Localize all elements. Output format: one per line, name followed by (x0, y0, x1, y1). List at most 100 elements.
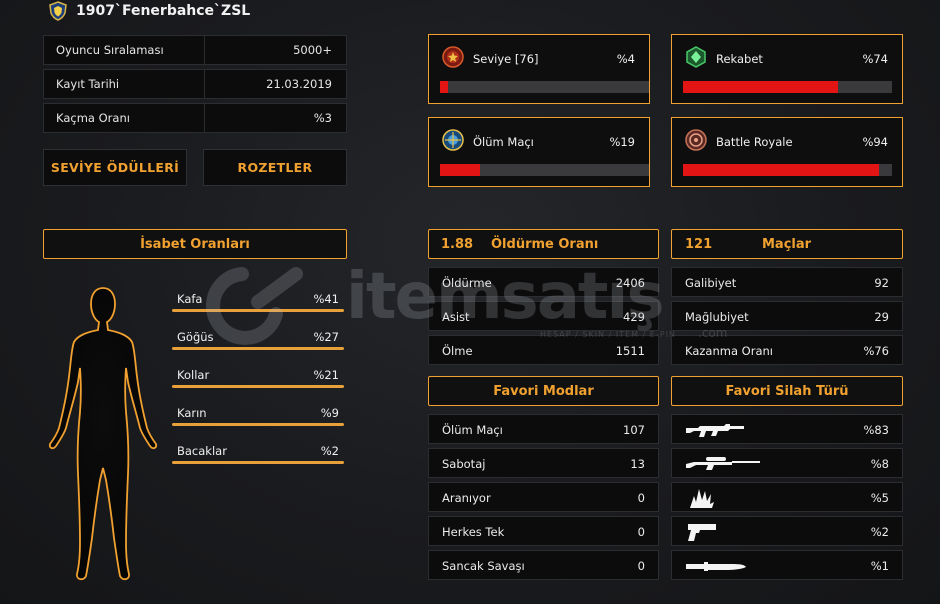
accuracy-underline (172, 309, 344, 312)
stat-value: 0 (637, 525, 645, 539)
stat-value: %76 (863, 344, 889, 358)
accuracy-label: Göğüs (177, 330, 214, 344)
mode-card-deathmatch: Ölüm Maçı %19 (428, 117, 650, 187)
fav-weapons-header: Favori Silah Türü (671, 376, 903, 406)
fav-mode-row: Sancak Savaşı 0 (428, 550, 659, 580)
stat-value: %1 (870, 559, 889, 573)
stat-label: Mağlubiyet (685, 310, 749, 324)
fav-weapons-title: Favori Silah Türü (725, 383, 849, 399)
deathmatch-emblem-icon (442, 129, 464, 151)
stat-value: 29 (874, 310, 889, 324)
deaths-row: Ölme 1511 (428, 335, 659, 365)
fav-modes-title: Favori Modlar (493, 383, 594, 399)
kill-ratio-value: 1.88 (441, 236, 474, 252)
fav-mode-row: Ölüm Maçı 107 (428, 414, 659, 444)
stat-value: %83 (863, 423, 889, 437)
matches-title: Maçlar (762, 236, 812, 252)
accuracy-value: %9 (320, 406, 339, 420)
rank-medal-icon (442, 46, 464, 68)
profile-label: Kayıt Tarihi (44, 70, 205, 98)
fav-weapon-row: %83 (671, 414, 903, 444)
level-rewards-button[interactable]: SEVİYE ÖDÜLLERİ (43, 149, 187, 186)
profile-row-rank: Oyuncu Sıralaması 5000+ (43, 35, 347, 65)
kill-ratio-header: 1.88 Öldürme Oranı (428, 229, 659, 259)
accuracy-row-legs: Bacaklar %2 (172, 442, 344, 464)
profile-value: 5000+ (293, 43, 332, 57)
accuracy-title: İsabet Oranları (140, 236, 250, 252)
mode-percent: %19 (609, 135, 635, 149)
fav-mode-row: Aranıyor 0 (428, 482, 659, 512)
profile-value: 21.03.2019 (266, 77, 332, 91)
battle-royale-emblem-icon (685, 129, 707, 151)
mode-card-level: Seviye [76] %4 (428, 34, 650, 104)
stat-value: 1511 (615, 344, 645, 358)
badges-button[interactable]: ROZETLER (203, 149, 347, 186)
win-rate-row: Kazanma Oranı %76 (671, 335, 903, 365)
mode-progress-track (440, 164, 649, 176)
player-header: 1907`Fenerbahce`ZSL (48, 0, 250, 22)
assists-row: Asist 429 (428, 301, 659, 331)
accuracy-row-chest: Göğüs %27 (172, 328, 344, 350)
stat-label: Galibiyet (685, 276, 737, 290)
fav-mode-row: Sabotaj 13 (428, 448, 659, 478)
mode-progress-track (440, 81, 649, 93)
fav-weapon-row: %8 (671, 448, 903, 478)
accuracy-row-stomach: Karın %9 (172, 404, 344, 426)
stat-value: %5 (870, 491, 889, 505)
stat-value: 0 (637, 559, 645, 573)
fav-weapon-row: %5 (671, 482, 903, 512)
stat-value: 92 (874, 276, 889, 290)
mode-percent: %94 (862, 135, 888, 149)
kill-ratio-title: Öldürme Oranı (491, 236, 599, 252)
accuracy-underline (172, 385, 344, 388)
profile-label: Kaçma Oranı (44, 104, 205, 132)
matches-count: 121 (685, 236, 713, 252)
kills-row: Öldürme 2406 (428, 267, 659, 297)
mode-title: Battle Royale (716, 135, 793, 149)
mode-title: Rekabet (716, 52, 763, 66)
stat-label: Sabotaj (442, 457, 486, 471)
mode-card-competitive: Rekabet %74 (671, 34, 903, 104)
mode-progress-fill (683, 164, 880, 176)
accuracy-underline (172, 347, 344, 350)
stat-label: Öldürme (442, 276, 492, 290)
accuracy-label: Kafa (177, 292, 203, 306)
stat-value: 0 (637, 491, 645, 505)
accuracy-underline (172, 423, 344, 426)
profile-row-register-date: Kayıt Tarihi 21.03.2019 (43, 69, 347, 99)
mode-title: Seviye [76] (473, 52, 539, 66)
stat-value: 2406 (615, 276, 645, 290)
accuracy-value: %27 (313, 330, 339, 344)
assault-rifle-icon (686, 424, 744, 437)
accuracy-header: İsabet Oranları (43, 229, 347, 259)
accuracy-label: Kollar (177, 368, 210, 382)
pistol-icon (688, 524, 716, 541)
stat-label: Herkes Tek (442, 525, 505, 539)
accuracy-row-arms: Kollar %21 (172, 366, 344, 388)
shotgun-blast-icon (690, 489, 714, 508)
mode-title: Ölüm Maçı (473, 135, 534, 149)
knife-icon (686, 562, 746, 571)
stat-value: 107 (623, 423, 645, 437)
stat-label: Ölme (442, 344, 473, 358)
stat-label: Asist (442, 310, 470, 324)
fav-mode-row: Herkes Tek 0 (428, 516, 659, 546)
accuracy-label: Karın (177, 406, 207, 420)
fav-weapon-row: %1 (671, 550, 903, 580)
mode-card-battle-royale: Battle Royale %94 (671, 117, 903, 187)
mode-progress-fill (440, 164, 480, 176)
stat-value: %2 (870, 525, 889, 539)
stat-label: Sancak Savaşı (442, 559, 525, 573)
sniper-rifle-icon (686, 457, 760, 470)
mode-progress-track (683, 164, 892, 176)
stat-value: 429 (623, 310, 645, 324)
accuracy-value: %2 (320, 444, 339, 458)
mode-percent: %4 (616, 52, 635, 66)
player-name: 1907`Fenerbahce`ZSL (76, 3, 251, 19)
accuracy-label: Bacaklar (177, 444, 227, 458)
stat-value: 13 (630, 457, 645, 471)
stat-label: Aranıyor (442, 491, 491, 505)
accuracy-row-head: Kafa %41 (172, 290, 344, 312)
mode-progress-fill (683, 81, 838, 93)
fav-modes-header: Favori Modlar (428, 376, 659, 406)
